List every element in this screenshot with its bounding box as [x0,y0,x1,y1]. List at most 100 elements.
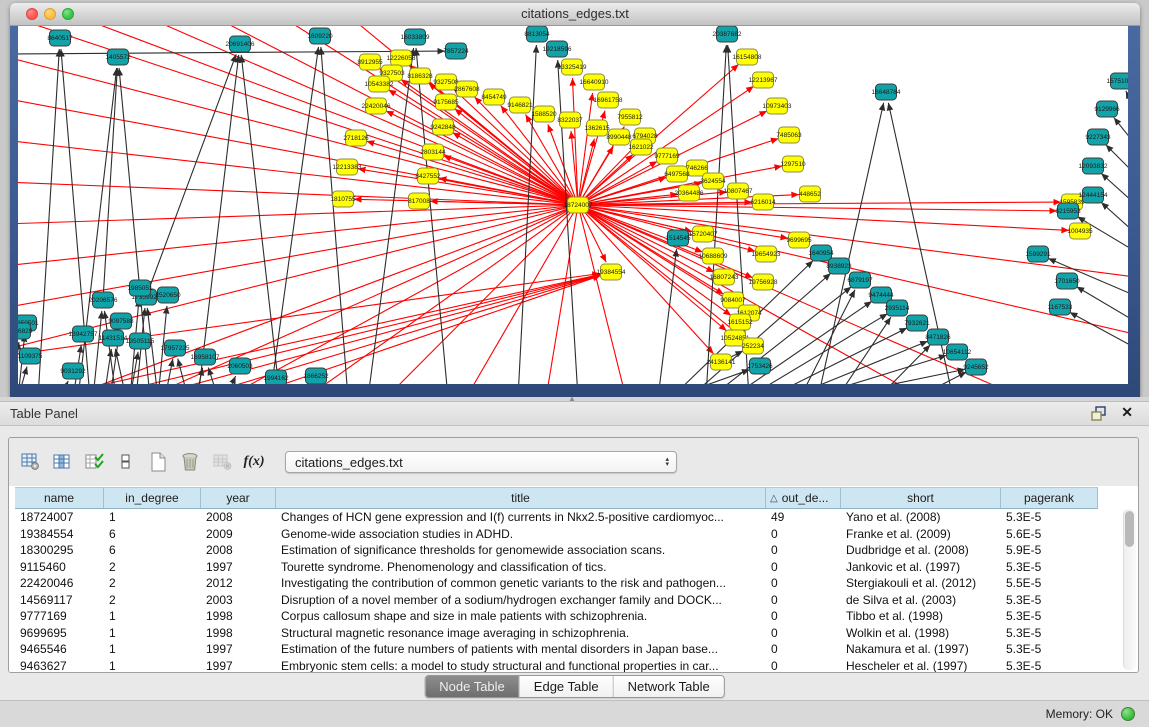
graph-node[interactable]: 1109375 [18,348,43,364]
graph-edge[interactable] [572,78,578,205]
graph-node[interactable]: 12213967 [749,72,778,88]
graph-node[interactable]: 7485063 [776,127,802,143]
graph-node[interactable]: 9242848 [430,119,456,135]
graph-node[interactable]: 10973403 [763,98,792,114]
table-row[interactable]: 911546021997Tourette syndrome. Phenomeno… [15,559,1118,576]
network-canvas[interactable]: 1872400789129551222605893275031054338281… [18,26,1128,384]
graph-node[interactable]: 2803144 [420,144,446,160]
graph-node[interactable]: 19756928 [749,274,778,290]
graph-node[interactable]: 8471826 [925,329,951,345]
graph-edge[interactable] [18,205,578,350]
graph-node[interactable]: 6879197 [847,272,873,288]
graph-node[interactable]: 22420046 [362,98,391,114]
column-header-out-de-[interactable]: △out_de... [766,487,841,509]
graph-node[interactable]: 9227343 [1085,129,1111,145]
graph-edge[interactable] [1114,118,1128,154]
graph-edge[interactable] [578,93,593,205]
graph-edge[interactable] [837,317,891,384]
window-titlebar[interactable]: citations_edges.txt [10,3,1140,26]
graph-node[interactable]: 12444154 [1079,187,1108,203]
graph-edge[interactable] [104,349,111,384]
graph-node[interactable]: 1994162 [263,370,289,384]
graph-node[interactable]: 16961758 [594,92,623,108]
graph-node[interactable]: 10654112 [943,344,972,360]
graph-node[interactable]: 11431514 [99,330,128,346]
graph-edge[interactable] [103,68,117,300]
graph-node[interactable]: 2867608 [454,81,480,97]
graph-edge[interactable] [226,376,236,384]
graph-node[interactable]: 15751074 [1107,73,1128,89]
graph-edge[interactable] [807,355,946,384]
graph-node[interactable]: 8912955 [357,54,383,70]
graph-edge[interactable] [93,311,102,384]
graph-node[interactable]: 1167533 [1048,299,1073,315]
graph-node[interactable]: 7932621 [904,315,930,331]
close-panel-icon[interactable]: ✕ [1121,404,1133,421]
graph-node[interactable]: 2060503 [227,358,253,374]
vertical-scrollbar[interactable] [1123,509,1136,670]
tab-network-table[interactable]: Network Table [614,676,724,697]
graph-node[interactable]: 1297510 [780,156,806,172]
graph-edge[interactable] [578,205,1069,230]
graph-node[interactable]: 2718126 [343,130,369,146]
graph-node[interactable]: 16958107 [191,349,220,365]
graph-edge[interactable] [1070,312,1128,352]
select-rows-icon[interactable] [81,449,107,475]
table-columns-icon[interactable] [49,449,75,475]
graph-edge[interactable] [826,369,965,384]
graph-node[interactable]: 2935114 [885,300,910,316]
column-header-year[interactable]: year [201,487,276,509]
graph-node[interactable]: 1615152 [727,314,753,330]
graph-node[interactable]: 9699695 [786,232,812,248]
graph-node[interactable]: 8938923 [826,258,852,274]
column-header-in-degree[interactable]: in_degree [104,487,201,509]
graph-node[interactable]: 12226058 [387,50,416,66]
graph-node[interactable]: 20206576 [89,292,118,308]
scrollbar-thumb[interactable] [1125,511,1134,547]
graph-node[interactable]: 19384554 [597,264,626,280]
graph-node[interactable]: 8322037 [557,112,583,128]
graph-node[interactable]: 7955812 [617,109,643,125]
graph-node[interactable]: 8640517 [47,30,73,46]
table-settings-icon[interactable] [17,449,43,475]
graph-node[interactable]: 1514545 [665,230,691,246]
graph-node[interactable]: 13505115 [126,333,155,349]
graph-node[interactable]: 16807243 [710,269,739,285]
graph-edge[interactable] [146,54,236,297]
new-table-icon[interactable] [145,449,171,475]
graph-node[interactable]: 8186328 [407,68,433,84]
graph-node[interactable]: 16648784 [872,84,901,100]
graph-node[interactable]: 1405572 [105,49,131,65]
graph-node[interactable]: 7857224 [443,43,469,59]
graph-node[interactable]: 9129966 [1094,101,1120,117]
graph-node[interactable]: 20387682 [713,26,742,42]
graph-edge[interactable] [226,205,578,384]
graph-node[interactable]: 10688609 [699,248,728,264]
graph-node[interactable]: 9031292 [60,363,86,379]
tab-edge-table[interactable]: Edge Table [520,676,614,697]
graph-edge[interactable] [1126,91,1128,126]
graph-node[interactable]: 16640910 [580,74,609,90]
table-row[interactable]: 946554611997Estimation of the future num… [15,641,1118,658]
graph-edge[interactable] [196,368,203,384]
graph-edge[interactable] [38,49,59,384]
graph-node[interactable]: 19654923 [752,246,781,262]
graph-node[interactable]: 9777169 [654,148,680,164]
graph-node[interactable]: 13942757 [69,326,98,342]
graph-node[interactable]: 9146821 [507,97,533,113]
graph-node[interactable]: 3624554 [700,173,726,189]
graph-node[interactable]: 18724007 [564,197,593,213]
graph-node[interactable]: 8215953 [1055,203,1081,219]
table-row[interactable]: 977716911998Corpus callosum shape and si… [15,608,1118,625]
graph-node[interactable]: 8813054 [524,26,550,42]
graph-node[interactable]: 817008 [408,193,430,209]
graph-node[interactable]: 1156829 [18,323,33,339]
graph-node[interactable]: 252234 [742,338,764,354]
graph-node[interactable]: 8454749 [481,89,507,105]
graph-edge[interactable] [706,45,726,384]
table-row[interactable]: 1830029562008Estimation of significance … [15,542,1118,559]
graph-node[interactable]: 1810755 [330,191,356,207]
graph-edge[interactable] [60,381,68,384]
table-row[interactable]: 946362711997Embryonic stem cells: a mode… [15,658,1118,674]
graph-node[interactable]: 12093832 [1079,158,1108,174]
